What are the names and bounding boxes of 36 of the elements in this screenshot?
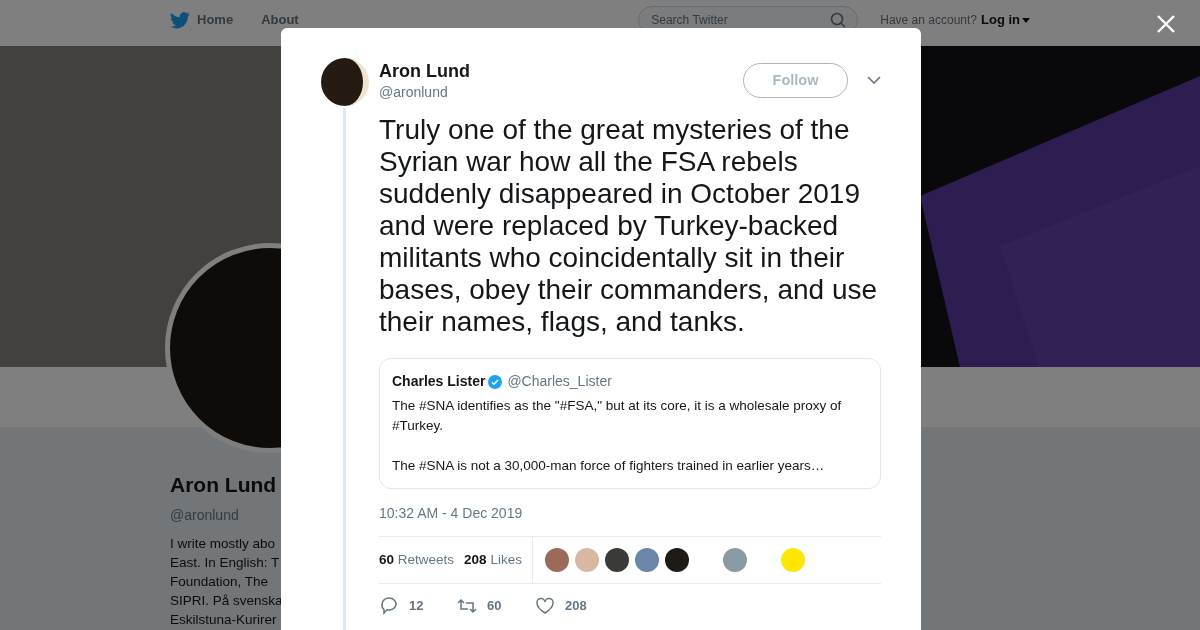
quoted-text: The #SNA is not a 30,000-man force of fighters trained in earlier years… — [392, 457, 826, 475]
bio-line: Foundation, The — [170, 572, 269, 591]
tweet-text: Truly one of the great mysteries of the Syrian war how all the FSA rebels suddenly disappeared in October 2019 and were replaced by Turkey-backed militants who coincidentally sit in their bases, obey their commanders, and use their names, flags, and tanks. — [379, 114, 879, 338]
nav-link[interactable]: About — [261, 10, 299, 30]
tweet-timestamp[interactable]: 10:32 AM - 4 Dec 2019 — [379, 503, 881, 524]
bird-logo-icon[interactable] — [170, 11, 190, 29]
close-icon[interactable] — [1157, 15, 1175, 33]
action-retweet-button[interactable]: 60 — [457, 596, 535, 616]
action-like-button[interactable]: 208 — [535, 596, 613, 616]
profile-handle: @aronlund — [170, 505, 239, 525]
author-handle[interactable]: @aronlund — [379, 82, 470, 103]
profile-name: Aron Lund — [170, 472, 277, 498]
bio-line: SIPRI. På svenska — [170, 591, 283, 610]
quoted-author-handle: @Charles_Lister — [507, 372, 612, 391]
avatar[interactable] — [604, 548, 629, 572]
heart-icon — [535, 596, 555, 616]
retweet-icon — [457, 596, 477, 616]
author-avatar[interactable] — [321, 58, 369, 106]
bio-line: Eskilstuna-Kurirer — [170, 610, 277, 629]
speech-bubble-icon — [379, 596, 399, 616]
bio-line: I write mostly abo — [170, 534, 276, 553]
nav-link[interactable]: Home — [197, 10, 234, 30]
caret-icon — [1022, 17, 1030, 23]
account-prompt: Have an account? — [880, 12, 977, 29]
quoted-tweet[interactable]: Charles Lister @Charles_Lister The #SNA identifies as the "#FSA," but at its core, it is a wholesale proxy of #Turkey. The #SNA is not a 30,000-man force of fighters trained in earlier years… — [379, 358, 881, 489]
login-link[interactable]: Log in — [981, 10, 1030, 30]
search-icon[interactable] — [830, 12, 847, 28]
bio-line: East. In English: T — [170, 553, 280, 572]
stat-link[interactable]: 60 Retweets — [379, 549, 455, 571]
chevron-down-icon[interactable] — [867, 76, 881, 85]
quoted-text: The #SNA identifies as the "#FSA," but at its core, it is a wholesale proxy of #Turkey. — [392, 397, 843, 435]
stat-link[interactable]: 208 Likes — [464, 549, 522, 571]
action-reply-button[interactable]: 12 — [379, 596, 457, 616]
quoted-author-name: Charles Lister — [392, 372, 486, 391]
avatar[interactable] — [664, 548, 689, 572]
author-name[interactable]: Aron Lund — [379, 60, 470, 82]
